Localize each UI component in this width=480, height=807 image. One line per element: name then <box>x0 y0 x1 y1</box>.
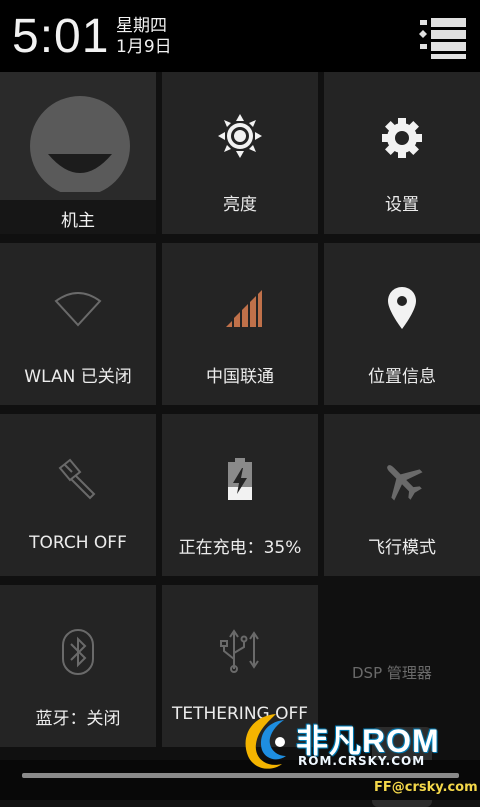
date-label: 1月9日 <box>116 37 172 57</box>
airplane-label: 飞行模式 <box>368 538 436 558</box>
watermark-url: ROM.CRSKY.COM <box>298 754 426 768</box>
settings-label: 设置 <box>385 195 419 215</box>
battery-charging-icon <box>228 458 252 500</box>
watermark-email: FF@crsky.com <box>374 780 478 795</box>
brightness-sun-icon <box>218 114 262 158</box>
weekday-label: 星期四 <box>116 16 167 36</box>
tile-signal[interactable]: 中国联通 <box>162 243 318 405</box>
clock-time[interactable]: 5:01 <box>12 10 109 64</box>
list-menu-icon <box>419 18 466 59</box>
avatar-icon <box>30 96 130 202</box>
tile-settings[interactable]: 设置 <box>324 72 480 234</box>
tile-bluetooth[interactable]: 蓝牙：关闭 <box>0 585 156 747</box>
location-pin-icon <box>388 287 416 329</box>
location-label: 位置信息 <box>368 367 436 387</box>
signal-bars-icon <box>226 290 262 327</box>
usb-icon <box>220 629 259 673</box>
quick-settings-grid: DSP 管理器 机主 亮度 设置 WLAN 已关闭 中国联通 位置信息 TORC… <box>0 72 480 807</box>
wifi-off-icon <box>54 292 102 327</box>
status-header: 5:01 星期四 1月9日 <box>0 0 480 72</box>
tile-airplane[interactable]: 飞行模式 <box>324 414 480 576</box>
date-block[interactable]: 星期四 1月9日 <box>116 16 172 58</box>
tile-torch[interactable]: TORCH OFF <box>0 414 156 576</box>
background-dsp-label: DSP 管理器 <box>352 664 432 682</box>
watermark-logo: 非凡ROM ROM.CRSKY.COM FF@crsky.com <box>236 706 480 800</box>
signal-label: 中国联通 <box>206 367 274 387</box>
airplane-icon <box>387 465 423 501</box>
bluetooth-icon <box>62 629 94 675</box>
torch-label: TORCH OFF <box>29 533 127 553</box>
tile-user[interactable]: 机主 <box>0 72 156 234</box>
tile-brightness[interactable]: 亮度 <box>162 72 318 234</box>
brightness-label: 亮度 <box>223 195 257 215</box>
tile-battery[interactable]: 正在充电：35% <box>162 414 318 576</box>
wlan-label: WLAN 已关闭 <box>24 367 132 387</box>
user-label: 机主 <box>61 211 95 231</box>
flashlight-icon <box>58 458 96 500</box>
tile-wlan[interactable]: WLAN 已关闭 <box>0 243 156 405</box>
battery-label: 正在充电：35% <box>178 538 302 558</box>
bluetooth-label: 蓝牙：关闭 <box>35 709 121 729</box>
list-menu-button[interactable] <box>414 14 470 60</box>
gear-icon <box>382 118 422 158</box>
tile-location[interactable]: 位置信息 <box>324 243 480 405</box>
